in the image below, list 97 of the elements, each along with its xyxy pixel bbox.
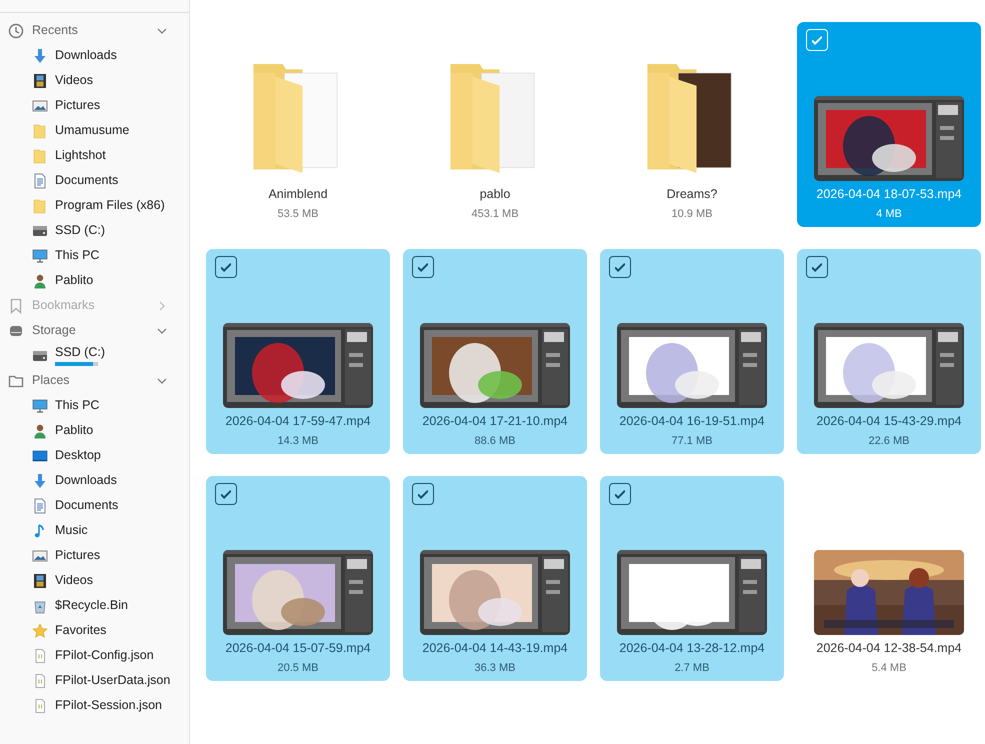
checkbox[interactable] xyxy=(412,483,434,505)
monitor-icon xyxy=(32,398,48,414)
file-name: Animblend xyxy=(268,186,328,203)
file-tile[interactable]: 2026-04-04 17-21-10.mp4 88.6 MB xyxy=(403,249,587,454)
image-icon xyxy=(32,98,48,114)
check-icon xyxy=(615,262,625,272)
sidebar-item[interactable]: This PC xyxy=(55,246,100,265)
sidebar-item[interactable]: Lightshot xyxy=(55,146,106,165)
file-tile[interactable]: 2026-04-04 15-43-29.mp4 22.6 MB xyxy=(797,249,981,454)
sidebar-item[interactable]: SSD (C:) xyxy=(55,345,105,359)
check-icon xyxy=(812,262,822,272)
clock-icon xyxy=(8,22,24,38)
download-icon xyxy=(32,48,48,64)
sidebar-item[interactable]: Documents xyxy=(55,171,118,190)
star-icon xyxy=(32,622,48,638)
sidebar-item[interactable]: Downloads xyxy=(55,46,117,65)
file-size: 20.5 MB xyxy=(278,661,318,676)
sidebar-item[interactable]: Favorites xyxy=(55,621,106,640)
file-name: 2026-04-04 13-28-12.mp4 xyxy=(619,640,765,657)
sidebar-item[interactable]: SSD (C:) xyxy=(55,221,105,240)
file-name: 2026-04-04 17-59-47.mp4 xyxy=(225,413,371,430)
file-tile[interactable]: Animblend 53.5 MB xyxy=(206,22,390,227)
file-tile[interactable]: Dreams? 10.9 MB xyxy=(600,22,784,227)
file-name: 2026-04-04 18-07-53.mp4 xyxy=(816,186,962,203)
file-name: 2026-04-04 12-38-54.mp4 xyxy=(816,640,962,657)
check-icon xyxy=(418,490,428,498)
file-tile[interactable]: 2026-04-04 17-59-47.mp4 14.3 MB xyxy=(206,249,390,454)
sidebar-item[interactable]: Videos xyxy=(55,571,93,590)
file-tile[interactable]: 2026-04-04 13-28-12.mp4 2.7 MB xyxy=(600,476,784,681)
document-icon xyxy=(32,172,48,188)
file-size: 36.3 MB xyxy=(474,661,516,676)
sidebar-item[interactable]: Pictures xyxy=(55,546,100,565)
sidebar-item[interactable]: Music xyxy=(55,521,88,540)
bookmark-icon xyxy=(8,298,24,314)
sidebar-item[interactable]: Program Files (x86) xyxy=(55,196,165,215)
file-size: 77.1 MB xyxy=(672,434,712,449)
sidebar-item[interactable]: FPilot-Config.json xyxy=(55,646,154,665)
folder-icon xyxy=(32,198,48,214)
checkbox[interactable] xyxy=(806,256,828,278)
image-icon xyxy=(32,548,48,564)
file-tile[interactable]: 2026-04-04 16-19-51.mp4 77.1 MB xyxy=(600,249,784,454)
checkbox[interactable] xyxy=(609,256,631,278)
file-name: 2026-04-04 15-43-29.mp4 xyxy=(816,413,962,430)
checkbox[interactable] xyxy=(609,483,631,505)
sidebar-item[interactable]: This PC xyxy=(55,396,100,415)
section-header[interactable]: Storage xyxy=(32,321,156,340)
check-icon xyxy=(221,262,231,272)
file-tile[interactable]: 2026-04-04 12-38-54.mp4 5.4 MB xyxy=(797,476,981,681)
file-name: 2026-04-04 17-21-10.mp4 xyxy=(422,413,568,430)
sidebar-item[interactable]: Pablito xyxy=(55,421,94,440)
film-icon xyxy=(32,572,48,588)
file-name: 2026-04-04 16-19-51.mp4 xyxy=(619,413,765,430)
file-name: Dreams? xyxy=(666,186,718,203)
file-size: 10.9 MB xyxy=(672,207,712,222)
desktop-icon xyxy=(32,448,48,464)
user-icon xyxy=(32,422,48,438)
film-icon xyxy=(32,72,48,88)
checkbox[interactable] xyxy=(412,256,434,278)
check-icon xyxy=(812,36,822,44)
document-icon xyxy=(32,498,48,514)
download-icon xyxy=(32,472,48,488)
usage-bar xyxy=(55,362,98,366)
file-size: 53.5 MB xyxy=(278,207,318,222)
check-icon xyxy=(615,490,625,498)
checkbox[interactable] xyxy=(215,483,237,505)
file-size: 4 MB xyxy=(876,207,902,222)
checkbox[interactable] xyxy=(215,256,237,278)
section-header[interactable]: Recents xyxy=(32,21,156,40)
user-icon xyxy=(32,272,48,288)
file-tile[interactable]: 2026-04-04 15-07-59.mp4 20.5 MB xyxy=(206,476,390,681)
sidebar-item[interactable]: Downloads xyxy=(55,471,117,490)
file-size: 22.6 MB xyxy=(868,434,910,449)
monitor-icon xyxy=(32,248,48,264)
file-name: 2026-04-04 15-07-59.mp4 xyxy=(225,640,371,657)
file-size: 88.6 MB xyxy=(474,434,516,449)
folder-icon xyxy=(32,148,48,164)
sidebar-item[interactable]: Pictures xyxy=(55,96,100,115)
file-size: 453.1 MB xyxy=(471,207,519,222)
section-header[interactable]: Places xyxy=(32,371,156,390)
sidebar-item[interactable]: FPilot-Session.json xyxy=(55,696,162,715)
sidebar-item[interactable]: FPilot-UserData.json xyxy=(55,671,170,690)
file-size: 14.3 MB xyxy=(278,434,318,449)
sidebar-item[interactable]: Umamusume xyxy=(55,121,130,140)
sidebar-item[interactable]: Pablito xyxy=(55,271,94,290)
file-size: 2.7 MB xyxy=(674,661,710,676)
file-size: 5.4 MB xyxy=(872,661,906,676)
sidebar-item[interactable]: Documents xyxy=(55,496,118,515)
file-tile[interactable]: 2026-04-04 14-43-19.mp4 36.3 MB xyxy=(403,476,587,681)
folder-icon xyxy=(32,122,48,138)
file-tile[interactable]: pablo 453.1 MB xyxy=(403,22,587,227)
sidebar-item[interactable]: Videos xyxy=(55,71,93,90)
file-name: pablo xyxy=(480,186,510,203)
sidebar-item[interactable]: $Recycle.Bin xyxy=(55,596,128,615)
sidebar-item[interactable]: Desktop xyxy=(55,446,101,465)
file-name: 2026-04-04 14-43-19.mp4 xyxy=(422,640,568,657)
check-icon xyxy=(221,490,231,498)
check-icon xyxy=(418,262,428,272)
